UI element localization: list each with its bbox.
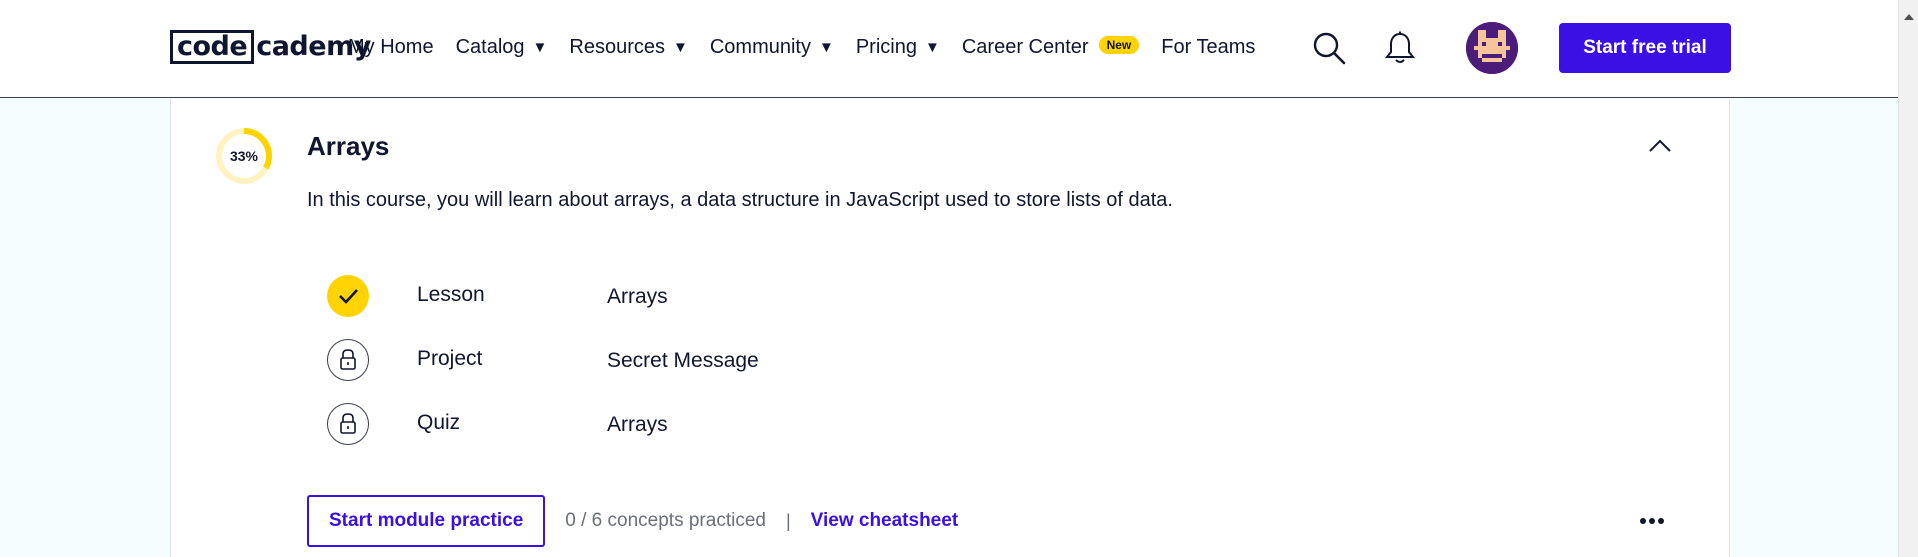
caret-down-icon: ▼ [672,38,688,56]
nav-community[interactable]: Community ▼ [710,36,834,59]
nav-resources-label: Resources [569,35,665,58]
nav-for-teams-label: For Teams [1161,35,1256,58]
module-footer: Start module practice 0 / 6 concepts pra… [307,495,958,547]
separator: | [785,510,791,531]
bell-icon[interactable] [1384,31,1416,65]
lock-icon [327,339,369,381]
caret-down-icon: ▼ [818,38,834,56]
caret-down-icon: ▼ [532,38,548,56]
more-options-icon[interactable] [1637,509,1667,533]
main-nav: My Home Catalog ▼ Resources ▼ Community … [348,32,1277,62]
item-type: Quiz [417,411,461,434]
nav-pricing-label: Pricing [855,35,917,58]
item-type: Lesson [417,283,485,306]
item-name: Arrays [607,285,668,308]
module-title: Arrays [307,131,390,161]
caret-down-icon: ▼ [924,38,940,56]
chevron-up-icon[interactable] [1645,131,1675,161]
concepts-practiced-text: 0 / 6 concepts practiced [565,510,766,531]
view-cheatsheet-link[interactable]: View cheatsheet [811,510,959,532]
nav-my-home-label: My Home [348,35,434,58]
item-name: Secret Message [607,349,759,372]
nav-for-teams[interactable]: For Teams [1161,36,1255,59]
module-card: 33% Arrays In this course, you will lear… [170,99,1730,557]
nav-catalog-label: Catalog [455,35,525,58]
logo-box-text: code [170,30,255,64]
start-free-trial-button[interactable]: Start free trial [1559,23,1731,73]
lock-icon [327,403,369,445]
nav-resources[interactable]: Resources ▼ [569,36,687,59]
completed-check-icon [327,275,369,317]
avatar[interactable] [1466,22,1518,74]
scroll-up-arrow-icon[interactable] [1904,14,1914,20]
codecademy-logo[interactable]: code cademy [170,30,371,64]
new-badge: New [1098,36,1140,54]
progress-percent: 33% [229,148,259,164]
top-navigation: code cademy My Home Catalog ▼ Resources … [0,0,1898,98]
module-description: In this course, you will learn about arr… [307,189,1173,211]
nav-my-home[interactable]: My Home [348,36,434,59]
start-module-practice-button[interactable]: Start module practice [307,495,546,547]
module-item-project[interactable]: Project Secret Message [327,339,1127,403]
nav-pricing[interactable]: Pricing ▼ [856,36,940,59]
module-item-lesson[interactable]: Lesson Arrays [327,275,1127,339]
nav-catalog[interactable]: Catalog ▼ [456,36,548,59]
module-item-quiz[interactable]: Quiz Arrays [327,403,1127,467]
nav-career-center-label: Career Center [961,35,1089,58]
nav-community-label: Community [709,35,811,58]
item-type: Project [417,347,483,370]
scrollbar[interactable] [1898,0,1918,557]
search-icon[interactable] [1312,31,1346,65]
module-items: Lesson Arrays Project Secret Message Qui… [327,275,1127,467]
item-name: Arrays [607,413,668,436]
nav-career-center[interactable]: Career Center New [961,35,1140,59]
